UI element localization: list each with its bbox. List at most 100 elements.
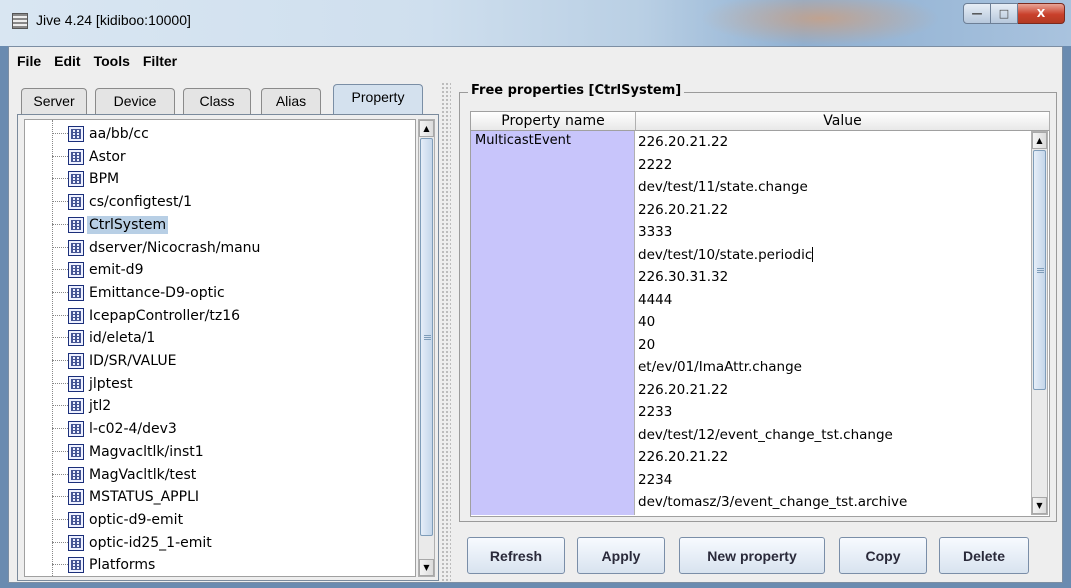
tree-item-label: Emittance-D9-optic (89, 284, 225, 301)
tree-scrollbar[interactable]: ▲ ▼ (418, 119, 435, 577)
menu-file[interactable]: File (17, 53, 41, 69)
property-value-editor[interactable]: 226.20.21.22 2222 dev/test/11/state.change… (636, 131, 1030, 515)
tree-item[interactable]: Magvacltlk/inst1 (25, 442, 405, 462)
tree-item-label: dserver/Nicocrash/manu (89, 239, 261, 256)
tree-connector (52, 291, 68, 293)
value-line-text: 226.20.21.22 (638, 381, 729, 398)
close-button[interactable]: X (1018, 3, 1065, 24)
tree-item[interactable]: cs/configtest/1 (25, 192, 405, 212)
free-properties-group: Free properties [CtrlSystem] Property na… (459, 83, 1057, 522)
property-node-icon (68, 443, 84, 460)
value-line[interactable]: dev/tomasz/3/event_change_tst.archive (638, 491, 907, 513)
value-line[interactable]: 40 (638, 311, 655, 333)
menu-filter[interactable]: Filter (143, 53, 177, 69)
value-line[interactable]: 226.30.31.32 (638, 266, 728, 288)
property-node-icon (68, 239, 84, 256)
copy-button[interactable]: Copy (839, 537, 927, 574)
minimize-button[interactable]: — (963, 3, 991, 24)
value-line[interactable]: 226.20.21.22 (638, 446, 728, 468)
tree-item[interactable]: optic-d9-emit (25, 510, 405, 530)
delete-button[interactable]: Delete (939, 537, 1029, 574)
tree-item[interactable]: MagVacltlk/test (25, 465, 405, 485)
tree-item[interactable]: Platforms (25, 555, 405, 575)
value-scroll-thumb[interactable] (1033, 150, 1046, 390)
tree-connector (52, 337, 68, 339)
tab-device[interactable]: Device (95, 88, 175, 114)
value-line[interactable]: 226.20.21.22 (638, 379, 728, 401)
property-node-icon (68, 126, 84, 142)
tree-item[interactable]: id/eleta/1 (25, 328, 405, 348)
tree-connector (52, 223, 68, 225)
property-node-icon (68, 511, 84, 528)
tree-item[interactable]: CtrlSystem (25, 215, 405, 235)
tree-item[interactable]: MSTATUS_APPLI (25, 487, 405, 507)
maximize-button[interactable]: □ (991, 3, 1018, 24)
column-header-value[interactable]: Value (636, 112, 1050, 131)
property-node-icon (68, 353, 84, 369)
menu-edit[interactable]: Edit (54, 53, 80, 69)
tree-connector (52, 496, 68, 498)
refresh-button[interactable]: Refresh (467, 537, 565, 574)
tab-property[interactable]: Property (333, 84, 423, 115)
tree-scroll-thumb[interactable] (420, 138, 433, 536)
tree-item[interactable]: jtl2 (25, 396, 405, 416)
value-line[interactable]: dev/test/11/state.change (638, 176, 808, 198)
new-property-button[interactable]: New property (679, 537, 825, 574)
client-area: File Edit Tools Filter Server Device Cla… (8, 46, 1063, 583)
tree-item[interactable]: IcepapController/tz16 (25, 306, 405, 326)
property-tree[interactable]: aa/bb/cc Astor BPM cs/configtest/1 CtrlSyste… (24, 119, 416, 577)
tree-connector (52, 360, 68, 361)
tab-class[interactable]: Class (183, 88, 251, 114)
value-line[interactable]: dev/test/12/event_change_tst.change (638, 424, 893, 446)
tree-item[interactable]: Emittance-D9-optic (25, 283, 405, 303)
menu-tools[interactable]: Tools (94, 53, 130, 69)
tree-item[interactable]: l-c02-4/dev3 (25, 419, 405, 439)
value-line-text: 226.20.21.22 (638, 201, 729, 218)
value-line-text: dev/test/10/state.periodic (638, 246, 813, 263)
tree-connector (52, 178, 68, 180)
tree-item[interactable]: Astor (25, 147, 405, 167)
value-line[interactable]: 4444 (638, 289, 672, 311)
tab-bar: Server Device Class Alias Property (17, 82, 439, 115)
property-node-icon (68, 284, 84, 301)
tree-item[interactable]: emit-d9 (25, 260, 405, 280)
value-line-text: 4444 (638, 291, 673, 308)
split-pane-divider[interactable] (441, 82, 451, 582)
value-line[interactable]: 226.20.21.22 (638, 199, 728, 221)
tab-alias[interactable]: Alias (261, 88, 321, 114)
tree-item[interactable]: optic-id25_1-emit (25, 533, 405, 553)
tree-connector (52, 564, 68, 566)
value-line-text: 226.20.21.22 (638, 449, 729, 465)
column-header-property-name[interactable]: Property name (471, 112, 636, 131)
tab-server[interactable]: Server (21, 88, 87, 114)
tree-scroll-up-button[interactable]: ▲ (419, 120, 434, 137)
value-line[interactable]: 2233 (638, 401, 672, 423)
property-node-icon (68, 262, 84, 279)
tree-item[interactable]: BPM (25, 169, 405, 189)
tree-scroll-down-button[interactable]: ▼ (419, 559, 434, 576)
tree-item[interactable]: ID/SR/VALUE (25, 351, 405, 371)
value-line[interactable]: 2234 (638, 469, 672, 491)
tree-item[interactable]: jlptest (25, 374, 405, 394)
value-line-text: 2222 (638, 156, 673, 173)
value-line[interactable]: 2222 (638, 154, 672, 176)
value-line[interactable]: 226.20.21.22 (638, 131, 728, 153)
value-scroll-down-button[interactable]: ▼ (1032, 497, 1047, 514)
tree-item-label: ID/SR/VALUE (89, 353, 177, 369)
properties-table[interactable]: Property name Value MulticastEvent 226.2… (470, 111, 1050, 517)
value-line[interactable]: 3333 (638, 221, 672, 243)
value-scroll-up-button[interactable]: ▲ (1032, 132, 1047, 149)
value-line[interactable]: et/ev/01/ImaAttr.change (638, 356, 802, 378)
tree-connector (52, 405, 68, 407)
value-line-text: 226.30.31.32 (638, 269, 729, 285)
tree-item[interactable]: dserver/Nicocrash/manu (25, 238, 405, 258)
tree-item[interactable]: aa/bb/cc (25, 124, 405, 144)
value-line[interactable]: dev/test/10/state.periodic (638, 244, 814, 266)
property-name-cell[interactable]: MulticastEvent (471, 131, 635, 515)
title-bar[interactable]: Jive 4.24 [kidiboo:10000] — □ X (0, 0, 1071, 46)
apply-button[interactable]: Apply (577, 537, 665, 574)
value-line-text: 40 (638, 314, 656, 330)
window-controls: — □ X (963, 3, 1065, 25)
value-line[interactable]: 20 (638, 334, 655, 356)
value-scrollbar[interactable]: ▲ ▼ (1031, 131, 1048, 515)
